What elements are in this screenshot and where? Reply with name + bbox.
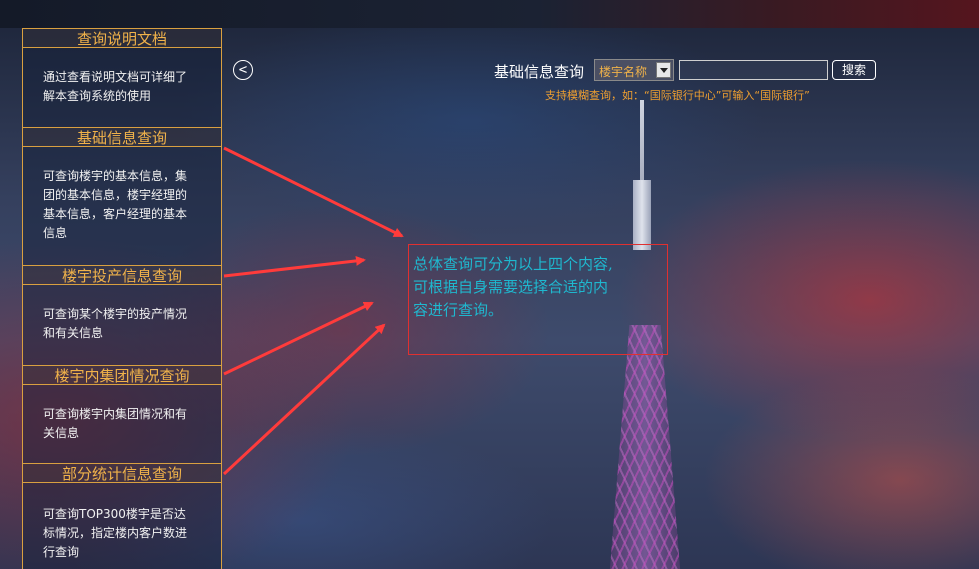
annotation-line: 可根据自身需要选择合适的内 — [413, 278, 609, 296]
arrow-basic-info — [223, 146, 404, 238]
annotation-line: 总体查询可分为以上四个内容, — [413, 255, 613, 273]
annotation-text: 总体查询可分为以上四个内容, 可根据自身需要选择合适的内 容进行查询。 — [413, 253, 669, 322]
annotation-box: 总体查询可分为以上四个内容, 可根据自身需要选择合适的内 容进行查询。 — [408, 244, 668, 355]
arrow-statistics — [222, 323, 386, 476]
annotation-line: 容进行查询。 — [413, 301, 504, 319]
arrow-groups — [223, 301, 374, 376]
arrow-production — [223, 255, 366, 278]
